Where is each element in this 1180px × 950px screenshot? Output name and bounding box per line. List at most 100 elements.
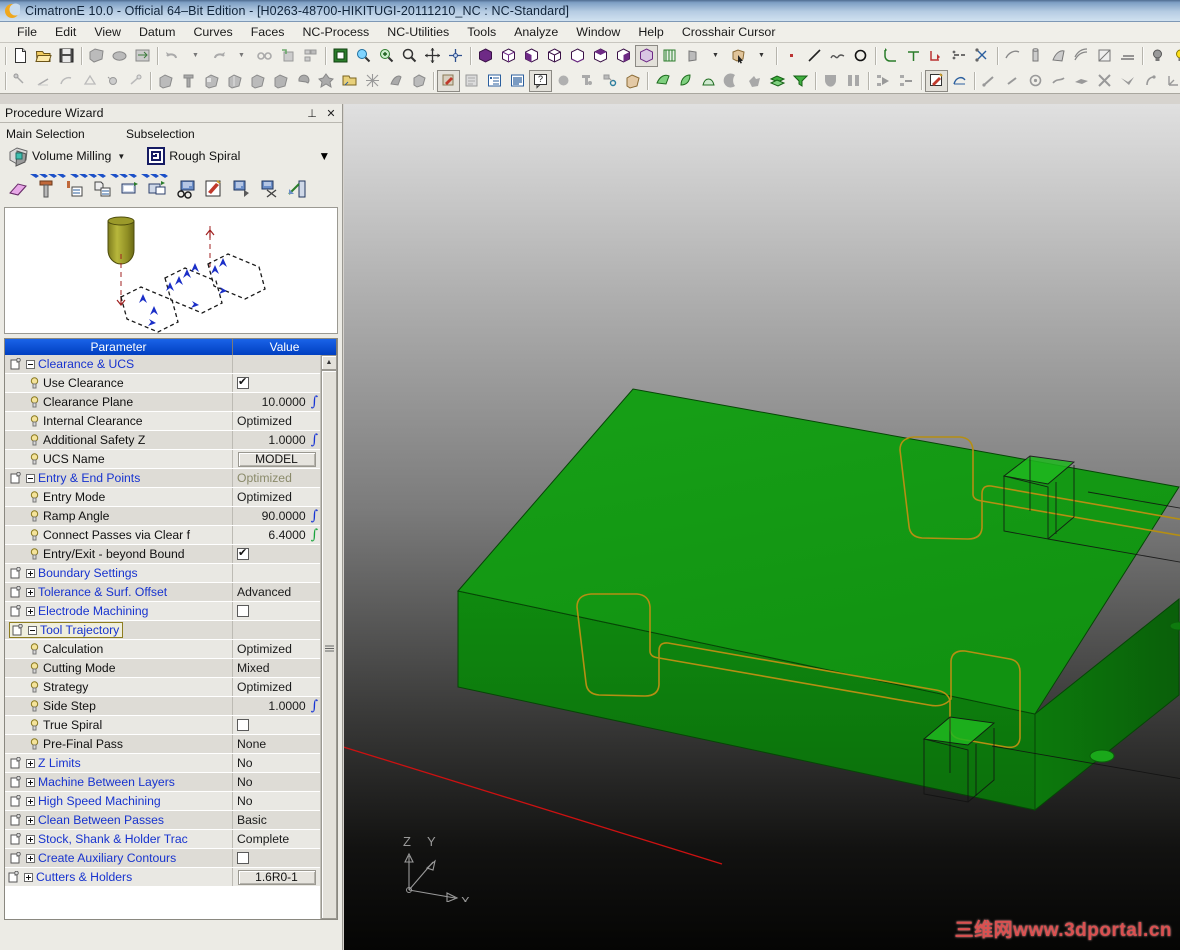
datum-curve-icon[interactable] bbox=[1139, 70, 1162, 92]
grid-row-ramp-angle[interactable]: Ramp Angle 90.0000 ∫ bbox=[5, 507, 320, 526]
row-value-cell[interactable] bbox=[233, 545, 320, 563]
moon-surface-icon[interactable] bbox=[720, 70, 743, 92]
point-icon[interactable] bbox=[780, 45, 803, 67]
revolve-proc-icon[interactable] bbox=[384, 70, 407, 92]
menu-tools[interactable]: Tools bbox=[458, 23, 505, 41]
render-mode-icon[interactable] bbox=[681, 45, 704, 67]
lamp-off-icon[interactable] bbox=[1146, 45, 1169, 67]
pick-dropdown-icon[interactable]: ▼ bbox=[750, 45, 773, 67]
stock-icon[interactable] bbox=[154, 70, 177, 92]
menu-edit[interactable]: Edit bbox=[46, 23, 85, 41]
redo-icon[interactable] bbox=[207, 45, 230, 67]
measure-radius-icon[interactable] bbox=[55, 70, 78, 92]
value-button[interactable]: MODEL bbox=[237, 451, 316, 467]
row-value-cell[interactable]: 10.0000 ∫ bbox=[233, 393, 320, 411]
row-value-cell[interactable] bbox=[233, 355, 320, 373]
datum-arc-icon[interactable] bbox=[1047, 70, 1070, 92]
nc-table-icon[interactable] bbox=[483, 70, 506, 92]
surface-sweep-icon[interactable] bbox=[1001, 45, 1024, 67]
arc-surface-icon[interactable] bbox=[697, 70, 720, 92]
checkbox[interactable] bbox=[237, 852, 249, 864]
fillet-curve-icon[interactable] bbox=[879, 45, 902, 67]
shape-split-icon[interactable] bbox=[842, 70, 865, 92]
redo-dropdown-icon[interactable]: ▼ bbox=[230, 45, 253, 67]
nc-list-icon[interactable] bbox=[460, 70, 483, 92]
grid-row-internal-clearance[interactable]: Internal Clearance Optimized bbox=[5, 412, 320, 431]
new-file-icon[interactable] bbox=[9, 45, 32, 67]
row-value-cell[interactable]: Optimized bbox=[233, 469, 320, 487]
scroll-up-button[interactable]: ▲ bbox=[321, 355, 337, 370]
circle-icon[interactable] bbox=[849, 45, 872, 67]
menu-datum[interactable]: Datum bbox=[130, 23, 185, 41]
surface-green-icon[interactable] bbox=[651, 70, 674, 92]
menu-view[interactable]: View bbox=[85, 23, 130, 41]
wireframe-view-icon[interactable] bbox=[658, 45, 681, 67]
cleanup-proc-icon[interactable] bbox=[315, 70, 338, 92]
tool-icon[interactable] bbox=[177, 70, 200, 92]
menu-nc-process[interactable]: NC-Process bbox=[293, 23, 378, 41]
grid-row-clearance-plane[interactable]: Clearance Plane 10.0000 ∫ bbox=[5, 393, 320, 412]
menu-file[interactable]: File bbox=[8, 23, 46, 41]
scroll-thumb[interactable] bbox=[321, 370, 337, 919]
row-value-cell[interactable]: No bbox=[233, 773, 320, 791]
undo-dropdown-icon[interactable]: ▼ bbox=[184, 45, 207, 67]
3d-viewport[interactable]: Z Y X 三维网www.3dportal.cn bbox=[344, 104, 1180, 950]
formula-icon[interactable]: ∫ bbox=[311, 508, 318, 524]
expand-icon[interactable] bbox=[26, 834, 35, 844]
blob-icon[interactable] bbox=[108, 45, 131, 67]
view-back-icon[interactable] bbox=[589, 45, 612, 67]
grid-row-additional-safety-z[interactable]: Additional Safety Z 1.0000 ∫ bbox=[5, 431, 320, 450]
zoom-dynamic-icon[interactable] bbox=[352, 45, 375, 67]
row-value-cell[interactable] bbox=[233, 564, 320, 582]
part-icon[interactable] bbox=[85, 45, 108, 67]
checkbox[interactable] bbox=[237, 605, 249, 617]
datum-circle-icon[interactable] bbox=[1024, 70, 1047, 92]
grid-row-electrode-machining[interactable]: Electrode Machining bbox=[5, 602, 320, 621]
row-value-cell[interactable]: Advanced bbox=[233, 583, 320, 601]
view-right-icon[interactable] bbox=[543, 45, 566, 67]
undo-icon[interactable] bbox=[161, 45, 184, 67]
view-left-icon[interactable] bbox=[612, 45, 635, 67]
rough-icon[interactable] bbox=[200, 70, 223, 92]
checkbox[interactable] bbox=[237, 719, 249, 731]
row-value-cell[interactable] bbox=[233, 621, 320, 639]
extend-curve-icon[interactable] bbox=[925, 45, 948, 67]
spline-icon[interactable] bbox=[826, 45, 849, 67]
view-top-icon[interactable] bbox=[497, 45, 520, 67]
grid-row-high-speed-machining[interactable]: High Speed Machining No bbox=[5, 792, 320, 811]
tool-holder-icon[interactable] bbox=[575, 70, 598, 92]
view-front-icon[interactable] bbox=[520, 45, 543, 67]
expand-icon[interactable] bbox=[26, 796, 35, 806]
glasses-icon[interactable] bbox=[253, 45, 276, 67]
pan-icon[interactable] bbox=[421, 45, 444, 67]
finish-icon[interactable] bbox=[246, 70, 269, 92]
grid-row-entry-end-points[interactable]: Entry & End Points Optimized bbox=[5, 469, 320, 488]
value-button[interactable]: 1.6R0-1 bbox=[237, 869, 316, 885]
grid-row-entry-exit-beyond-bound[interactable]: Entry/Exit - beyond Bound bbox=[5, 545, 320, 564]
scroll-track[interactable] bbox=[321, 370, 337, 919]
view-iso-icon[interactable] bbox=[474, 45, 497, 67]
cylinder-icon[interactable] bbox=[1024, 45, 1047, 67]
row-value-cell[interactable]: Optimized bbox=[233, 640, 320, 658]
plane-icon[interactable] bbox=[1116, 45, 1139, 67]
grid-row-pre-final-pass[interactable]: Pre-Final Pass None bbox=[5, 735, 320, 754]
rotate-free-icon[interactable] bbox=[444, 45, 467, 67]
group-merge-icon[interactable] bbox=[895, 70, 918, 92]
solid-model-icon[interactable] bbox=[621, 70, 644, 92]
expand-icon[interactable] bbox=[26, 587, 35, 597]
formula-icon[interactable]: ∫ bbox=[311, 698, 318, 714]
menu-help[interactable]: Help bbox=[629, 23, 672, 41]
pencil-proc-icon[interactable] bbox=[292, 70, 315, 92]
scissors-icon[interactable] bbox=[971, 45, 994, 67]
mesh-proc-icon[interactable] bbox=[361, 70, 384, 92]
collapse-icon[interactable] bbox=[28, 625, 37, 635]
grid-row-cutters-holders[interactable]: Cutters & Holders 1.6R0-1 bbox=[5, 868, 320, 887]
link-node-icon[interactable] bbox=[598, 70, 621, 92]
expand-icon[interactable] bbox=[26, 777, 35, 787]
expand-icon[interactable] bbox=[26, 568, 35, 578]
funnel-green-icon[interactable] bbox=[789, 70, 812, 92]
zoom-icon[interactable] bbox=[398, 45, 421, 67]
save-file-icon[interactable] bbox=[55, 45, 78, 67]
grid-row-true-spiral[interactable]: True Spiral bbox=[5, 716, 320, 735]
semifinish-icon[interactable] bbox=[223, 70, 246, 92]
